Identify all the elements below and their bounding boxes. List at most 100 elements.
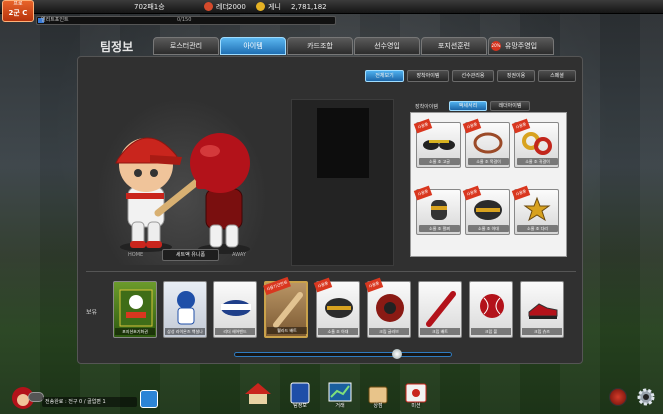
subtab-label: 스페셜 [550,73,564,79]
player-figure-icon [177,291,195,325]
elite-point-label: 엘리트포인트 [41,17,69,23]
set-uniform-label: 세트액 유니폼 [175,252,206,258]
inventory-label: 보유 [86,309,98,316]
inventory-scrollbar[interactable] [234,352,452,357]
inventory-item-shoes[interactable]: 크립 슈즈 [520,281,564,338]
slot-item-name: 소울 조 고글 [419,158,460,165]
inventory-item-name: 크립 배트 [420,328,460,335]
character-preview [96,97,268,265]
rank-badge: 프로 2군 C [2,0,34,22]
equip-slot-earring[interactable]: 사용중 소울 조 귀걸이 [511,118,559,168]
rank-division: 2군 C [8,9,28,17]
money-label: 게니 [268,3,281,11]
tab-label: 로스터관리 [169,42,203,50]
wristband-icon [474,200,502,220]
equip-tab-accessory[interactable]: 액세서리 [449,101,487,111]
nav-label: 상점 [373,403,383,409]
subtab-ticket[interactable]: 징권이용 [497,70,535,82]
inventory-item-glove[interactable]: 사용중 크립 글러브 [364,277,411,338]
away-label: AWAY [232,252,246,258]
elite-point-bar: 엘리트포인트 0/150 [36,16,336,25]
equip-slot-necklace[interactable]: 사용중 소울 조 목걸이 [462,118,510,168]
inventory-item-name: 포지션초기화권 [115,328,155,335]
slot-item-name: 소울 조 귀걸이 [517,158,558,165]
gear-icon [637,388,655,406]
rank-league: 프로 [13,1,23,7]
headband-icon [221,300,251,316]
wristband-icon [325,298,353,318]
inventory-item-bat-expired[interactable]: 사용기간만료 웰라드 배트 [263,276,308,338]
nav-label: 팀정보 [293,403,307,409]
player-characters-illustration [115,133,250,254]
tab-card-combine[interactable]: 카드조합 [287,37,353,55]
inventory-item-name: 소울 조 아대 [318,328,358,335]
inventory-item-name: 크립 글러브 [369,328,409,335]
slot-item-name: 소울 조 팔찌 [419,225,460,232]
bat-icon [273,292,303,328]
equip-slot-goggles[interactable]: 사용중 소울 조 고글 [413,118,461,168]
discount-badge: 20% [491,41,501,51]
inventory-item-ball[interactable]: 크립 볼 [469,281,513,338]
elite-point-value: 0/150 [177,17,192,23]
nav-home[interactable] [243,381,273,411]
reset-card-icon [119,289,153,327]
inventory-item-position-reset[interactable]: 포지션초기화권 [113,281,157,338]
leg-accessory-icon [523,196,551,222]
inventory-item-name: 리더 헤어밴드 [215,328,255,335]
subtab-special[interactable]: 스페셜 [538,70,576,82]
inventory-item-headband[interactable]: 리더 헤어밴드 [213,281,257,338]
nav-mission[interactable]: 미션 [401,381,431,411]
subtab-label: 선수관리용 [461,73,485,79]
inventory-divider [86,271,576,272]
nav-label: 거래 [335,403,345,409]
ladder-icon [204,2,213,11]
equip-tab-label: 레더아이템 [498,103,522,109]
equip-title: 장착아이템 [415,104,439,110]
subtab-all[interactable]: 전체보기 [365,70,404,82]
tab-position-training[interactable]: 포지션훈련 [421,37,487,55]
subtab-label: 장착아이템 [416,73,440,79]
inventory-item-bat[interactable]: 크립 배트 [418,281,462,338]
necklace-icon [473,132,503,154]
money-coin-icon [256,2,265,11]
nav-label: 미션 [411,403,421,409]
equip-slot-leg[interactable]: 사용중 소울 조 다리 [511,185,559,235]
ladder-label: 레더 [216,3,229,11]
settings-button[interactable] [636,387,656,407]
subtab-equipped[interactable]: 장착아이템 [407,70,449,82]
equip-tab-ladder[interactable]: 레더아이템 [490,101,530,111]
inventory-scroll-thumb[interactable] [392,349,402,359]
shoe-icon [528,303,558,319]
money-value: 2,781,182 [291,3,327,11]
subtab-label: 징권이용 [506,73,526,79]
nav-shop[interactable]: 상점 [363,381,393,411]
tab-label: 카드조합 [307,42,333,50]
ball-icon [480,294,504,318]
equip-slot-wristband[interactable]: 사용중 소울 조 아대 [462,185,510,235]
tab-prospect-recruit[interactable]: 20% 유망주영입 [488,37,554,55]
equip-slot-bracelet[interactable]: 사용중 소울 조 팔찌 [413,185,461,235]
tab-roster[interactable]: 로스터관리 [153,37,219,55]
tab-player-recruit[interactable]: 선수영입 [354,37,420,55]
slot-item-name: 소울 조 목걸이 [468,158,509,165]
home-icon [245,383,271,404]
subtab-player-mgmt[interactable]: 선수관리용 [452,70,494,82]
status-message: 전송완료 : 전구 0 / 골업편 1 [42,397,137,407]
set-uniform-button[interactable]: 세트액 유니폼 [162,249,219,261]
top-status-bar [0,0,663,14]
inventory-item-name: 크립 볼 [471,328,511,335]
goggles-icon [423,140,455,150]
gift-icon[interactable] [140,390,158,408]
nav-trade[interactable]: 거래 [325,381,355,411]
equip-tab-label: 액세서리 [458,103,478,109]
record-icon[interactable] [609,388,627,406]
tab-label: 선수영입 [374,42,400,50]
slot-item-name: 소울 조 다리 [517,225,558,232]
tab-items[interactable]: 아이템 [220,37,286,55]
nav-team-info[interactable]: 팀정보 [285,381,315,411]
item-preview-image [317,108,369,178]
inventory-item-name: 웰라드 배트 [267,327,307,334]
inventory-item-samsung[interactable]: 삼성 라이온즈 백설나 [163,281,207,338]
win-loss-record: 702패1승 [134,3,165,11]
inventory-item-wristband[interactable]: 사용중 소울 조 아대 [313,277,360,338]
